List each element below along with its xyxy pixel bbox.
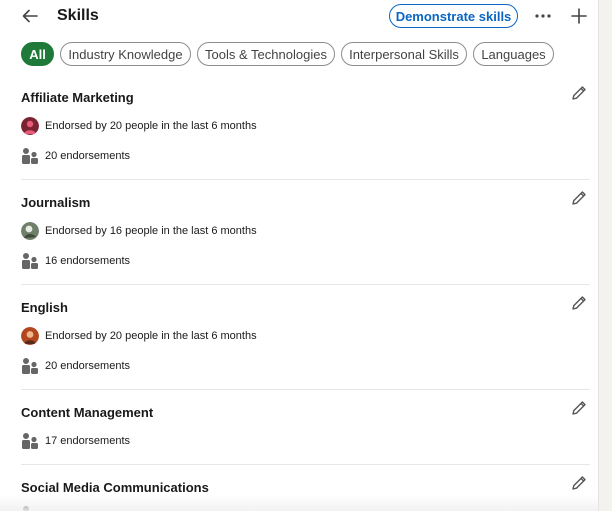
skill-name-journalism[interactable]: Journalism [21, 195, 90, 210]
pencil-icon [572, 191, 586, 205]
edit-skill-button[interactable] [568, 187, 590, 209]
skill-name-english[interactable]: English [21, 300, 68, 315]
divider [21, 389, 590, 390]
divider [21, 284, 590, 285]
skill-name-social-media-communications[interactable]: Social Media Communications [21, 480, 209, 495]
arrow-left-icon [22, 9, 38, 23]
filter-industry-knowledge[interactable]: Industry Knowledge [60, 42, 191, 66]
endorser-avatar [21, 222, 39, 240]
skill-name-content-management[interactable]: Content Management [21, 405, 153, 420]
endorsed-by-text: Endorsed by 20 people in the last 6 mont… [45, 330, 257, 342]
endorsed-by-row: Endorsed by 16 people in the last 6 mont… [21, 222, 257, 240]
add-skill-button[interactable] [567, 4, 591, 28]
endorsements-row[interactable]: 17 endorsements [21, 432, 130, 450]
endorsements-count: 20 endorsements [45, 360, 130, 372]
endorsements-count: 17 endorsements [45, 435, 130, 447]
people-icon [22, 253, 38, 269]
filter-all[interactable]: All [21, 42, 54, 66]
people-icon [22, 358, 38, 374]
divider [21, 464, 590, 465]
filter-tools-technologies[interactable]: Tools & Technologies [197, 42, 335, 66]
endorsed-by-row: Endorsed by 20 people in the last 6 mont… [21, 327, 257, 345]
endorsements-row[interactable]: 16 endorsements [21, 252, 130, 270]
filter-interpersonal-skills[interactable]: Interpersonal Skills [341, 42, 467, 66]
plus-icon [571, 8, 587, 24]
edit-skill-button[interactable] [568, 472, 590, 494]
back-button[interactable] [18, 4, 42, 28]
bottom-scroll-fade [0, 495, 598, 511]
filter-languages[interactable]: Languages [473, 42, 554, 66]
edit-skill-button[interactable] [568, 292, 590, 314]
endorsements-count: 16 endorsements [45, 255, 130, 267]
endorsed-by-text: Endorsed by 16 people in the last 6 mont… [45, 225, 257, 237]
endorser-avatar [21, 117, 39, 135]
people-icon [22, 433, 38, 449]
pencil-icon [572, 401, 586, 415]
more-options-button[interactable] [531, 4, 555, 28]
page-title: Skills [57, 7, 99, 24]
skill-name-affiliate-marketing[interactable]: Affiliate Marketing [21, 90, 134, 105]
more-horizontal-icon [535, 14, 551, 18]
endorser-avatar [21, 327, 39, 345]
edit-skill-button[interactable] [568, 397, 590, 419]
endorsements-row[interactable]: 20 endorsements [21, 147, 130, 165]
skills-header: Skills Demonstrate skills [0, 0, 598, 32]
people-icon [22, 148, 38, 164]
edit-skill-button[interactable] [568, 82, 590, 104]
endorsements-row[interactable]: 20 endorsements [21, 357, 130, 375]
endorsed-by-text: Endorsed by 20 people in the last 6 mont… [45, 120, 257, 132]
skills-panel: Skills Demonstrate skills All Industry K… [0, 0, 599, 511]
endorsed-by-row: Endorsed by 20 people in the last 6 mont… [21, 117, 257, 135]
pencil-icon [572, 86, 586, 100]
pencil-icon [572, 476, 586, 490]
endorsements-count: 20 endorsements [45, 150, 130, 162]
divider [21, 179, 590, 180]
pencil-icon [572, 296, 586, 310]
demonstrate-skills-button[interactable]: Demonstrate skills [389, 4, 518, 28]
